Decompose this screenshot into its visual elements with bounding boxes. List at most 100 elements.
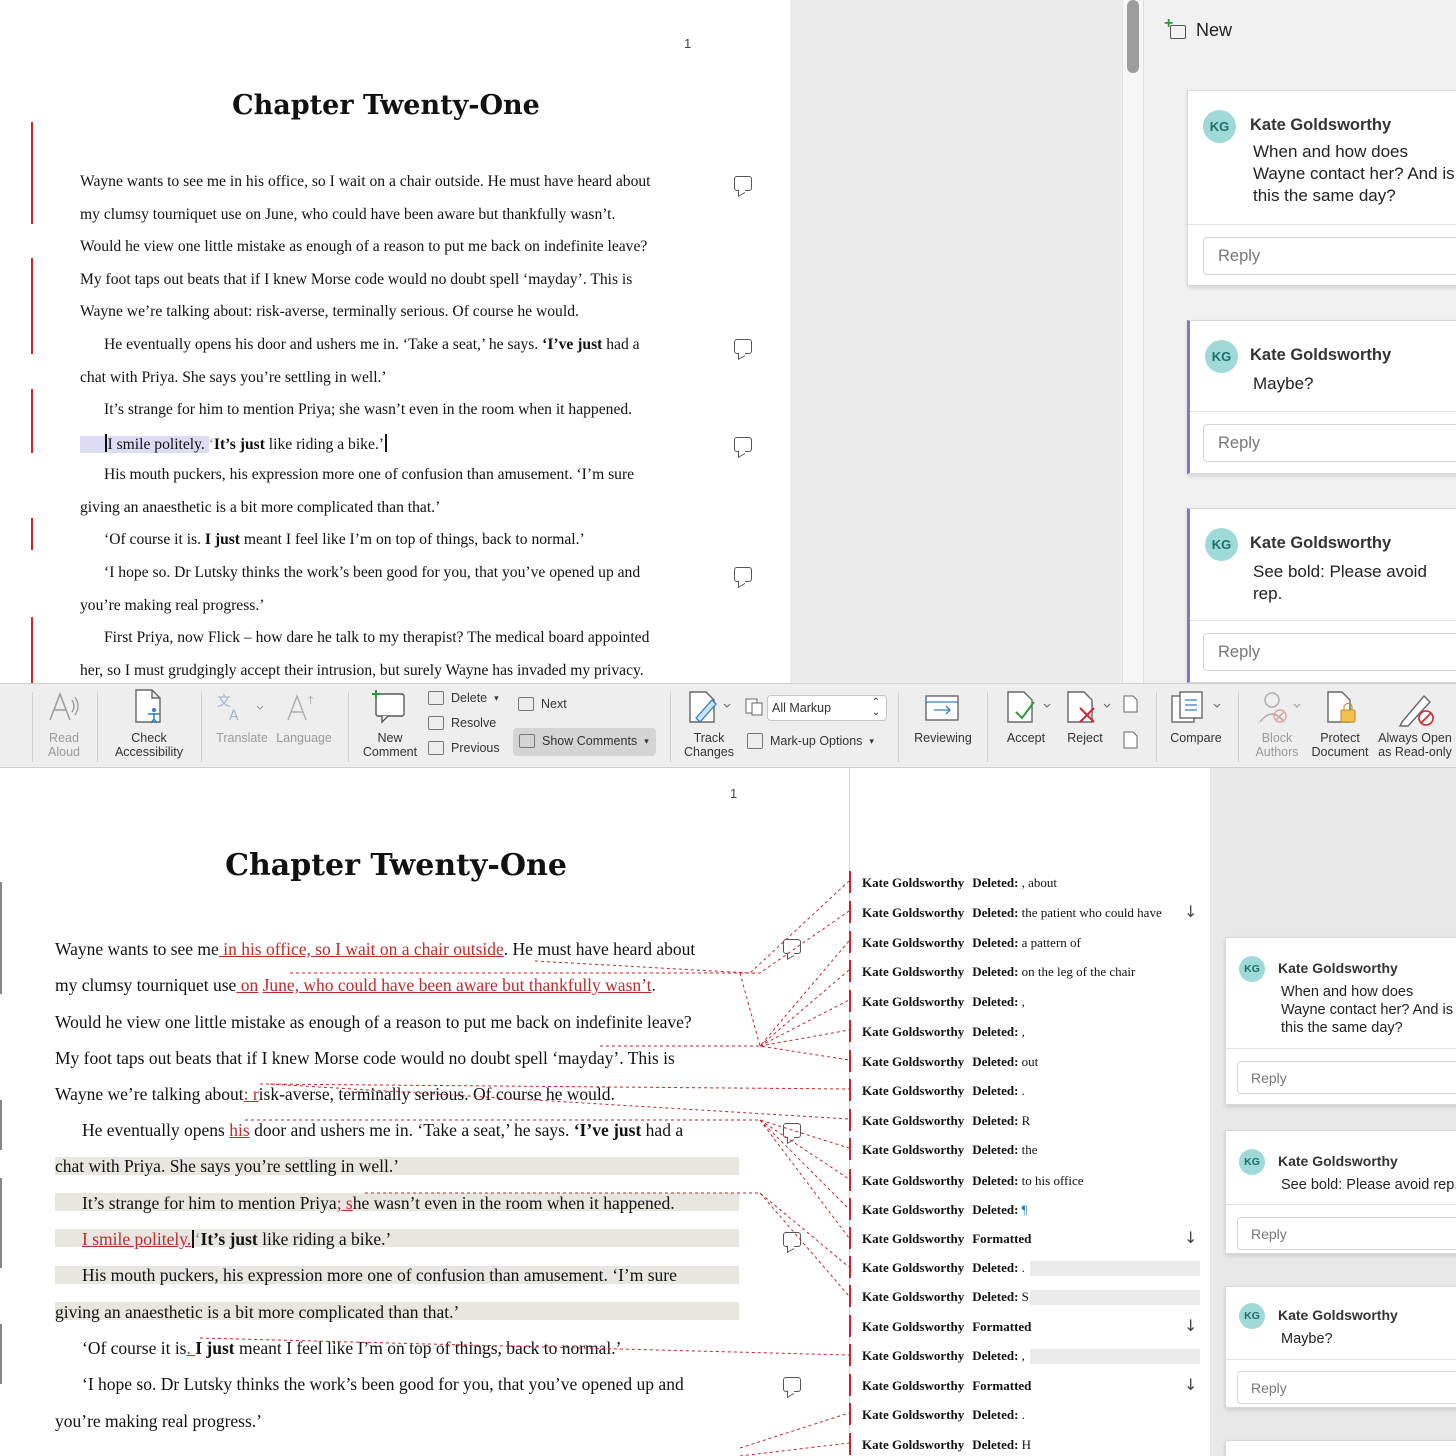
comment-icon[interactable] [734,437,752,452]
revision-balloon[interactable]: Kate Goldsworthy Deleted: R [862,1113,1030,1129]
revision-balloon[interactable]: Kate Goldsworthy Deleted: . [862,1083,1025,1099]
previous-next-change-icon[interactable] [1121,694,1141,754]
comment-icon[interactable] [734,567,752,582]
revision-author: Kate Goldsworthy [862,1142,965,1157]
reviewing-button[interactable]: Reviewing [906,731,980,745]
accept-button[interactable]: Accept [998,731,1054,745]
reply-field[interactable]: Reply [1237,1217,1456,1250]
always-open-read-only-button[interactable]: Always Open as Read-only [1374,731,1456,759]
compare-button[interactable]: Compare [1162,731,1230,745]
revision-balloon[interactable]: Kate Goldsworthy Deleted: , [862,994,1025,1010]
revision-balloon[interactable]: Kate Goldsworthy Deleted: H [862,1437,1031,1453]
previous-button[interactable]: Previous [428,741,500,755]
revision-author: Kate Goldsworthy [862,1407,965,1422]
markup-options-button[interactable]: Mark-up Options ▾ [747,733,874,749]
revision-balloon[interactable]: Kate Goldsworthy Deleted: to his office [862,1173,1084,1189]
text-line: I smile politely. ‘It’s just like riding… [80,434,388,454]
reject-button[interactable]: Reject [1058,731,1112,745]
revision-marker [849,1285,851,1307]
comment-text: When and how does Wayne contact her? And… [1253,142,1455,205]
next-button[interactable]: Next [518,697,567,711]
revision-balloon[interactable]: Kate Goldsworthy Formatted [862,1231,1031,1247]
expand-arrow-icon[interactable]: ↓ [1184,902,1197,921]
revision-text: out [1021,1054,1039,1069]
revision-marker [849,1433,851,1455]
comment-icon[interactable] [734,339,752,354]
translate-button[interactable]: Translate [211,731,273,745]
revision-text: , [1021,994,1025,1009]
scrollbar[interactable] [1122,0,1144,683]
comment-card[interactable]: KG Kate Goldsworthy See bold: Please avo… [1187,508,1456,683]
comment-card[interactable]: KG Kate Goldsworthy Maybe? Reply [1187,320,1456,474]
revision-balloon[interactable]: Kate Goldsworthy Formatted [862,1378,1031,1394]
new-comment-button[interactable]: New Comment [356,731,424,759]
revision-kind: Deleted: [972,875,1019,890]
revision-text: to his office [1021,1173,1084,1188]
scrollbar-thumb[interactable] [1127,0,1139,73]
text-line: His mouth puckers, his expression more o… [104,466,635,483]
expand-arrow-icon[interactable]: ↓ [1184,1228,1197,1247]
reply-field[interactable]: Reply [1237,1061,1456,1094]
comment-card[interactable]: KG Kate Goldsworthy When and how does Wa… [1187,90,1456,286]
comment-card[interactable]: KG Kate Goldsworthy See bold: Please avo… [1225,1130,1456,1254]
expand-arrow-icon[interactable]: ↓ [1184,1375,1197,1394]
revision-balloon[interactable]: Kate Goldsworthy Formatted [862,1319,1031,1335]
block-authors-button[interactable]: Block Authors [1246,731,1308,759]
reply-field[interactable]: Reply [1203,424,1456,462]
text-line: Would he view one little mistake as enou… [80,238,648,255]
revision-balloon[interactable]: Kate Goldsworthy Deleted: . [862,1407,1025,1423]
revision-author: Kate Goldsworthy [862,1202,965,1217]
expand-arrow-icon[interactable]: ↓ [1184,1316,1197,1335]
read-aloud-button[interactable]: Read Aloud [34,731,94,759]
new-comment-plus-icon: + [1164,15,1188,41]
comment-author: Kate Goldsworthy [1250,346,1392,364]
page-number: 1 [684,36,692,51]
revision-author: Kate Goldsworthy [862,1113,965,1128]
revision-balloon[interactable]: Kate Goldsworthy Deleted: a pattern of [862,935,1081,951]
comment-card[interactable]: KG Kate Goldsworthy Maybe? Reply [1225,1286,1456,1408]
revision-text: , about [1021,875,1058,890]
revision-marker [849,1020,851,1042]
revision-marker [849,960,851,982]
revision-author: Kate Goldsworthy [862,964,965,979]
revision-marker [849,1109,851,1131]
check-accessibility-button[interactable]: Check Accessibility [104,731,194,759]
revision-balloon[interactable]: Kate Goldsworthy Deleted: out [862,1054,1038,1070]
read-only-icon [1398,694,1434,727]
revision-balloon[interactable]: Kate Goldsworthy Deleted: the patient who… [862,905,1162,921]
revision-balloon[interactable]: Kate Goldsworthy Deleted: , about [862,875,1057,891]
protect-document-button[interactable]: Protect Document [1308,731,1372,759]
comment-icon[interactable] [734,176,752,191]
show-comments-button[interactable]: Show Comments ▾ [519,734,649,748]
comment-card[interactable]: KG Kate Goldsworthy When and how does Wa… [1225,937,1456,1105]
revision-balloon[interactable]: Kate Goldsworthy Deleted: . [862,1260,1025,1276]
delete-button[interactable]: Delete ▾ [428,691,499,705]
revision-author: Kate Goldsworthy [862,1173,965,1188]
resolve-button[interactable]: Resolve [428,716,496,730]
revision-marker [849,1050,851,1072]
comment-card[interactable] [1225,1440,1456,1456]
reply-field[interactable]: Reply [1237,1371,1456,1404]
revision-balloon[interactable]: Kate Goldsworthy Deleted: on the leg of t… [862,964,1135,980]
revision-balloon[interactable]: Kate Goldsworthy Deleted: the [862,1142,1038,1158]
revision-balloon[interactable]: Kate Goldsworthy Deleted: , [862,1348,1025,1364]
reply-field[interactable]: Reply [1203,237,1456,275]
avatar: KG [1205,340,1238,373]
revision-marker [849,1256,851,1278]
revision-kind: Deleted: [972,1289,1019,1304]
new-comment-button[interactable]: + New [1164,15,1232,41]
revision-text: on the leg of the chair [1021,964,1136,979]
markup-select[interactable]: All Markup ⌃ ⌄ [767,695,887,721]
revision-kind: Deleted: [972,1173,1019,1188]
revision-text: . [1021,1083,1025,1098]
revision-balloon[interactable]: Kate Goldsworthy Deleted: S [862,1289,1029,1305]
revision-balloon[interactable]: Kate Goldsworthy Deleted: ¶ [862,1202,1028,1218]
revision-author: Kate Goldsworthy [862,1024,965,1039]
next-icon [518,697,534,711]
revision-shade [1030,1290,1200,1305]
revision-balloon[interactable]: Kate Goldsworthy Deleted: , [862,1024,1025,1040]
reply-field[interactable]: Reply [1203,633,1456,671]
language-button[interactable]: Language [272,731,336,745]
track-changes-button[interactable]: Track Changes [676,731,742,759]
svg-text:↑: ↑ [306,694,315,707]
